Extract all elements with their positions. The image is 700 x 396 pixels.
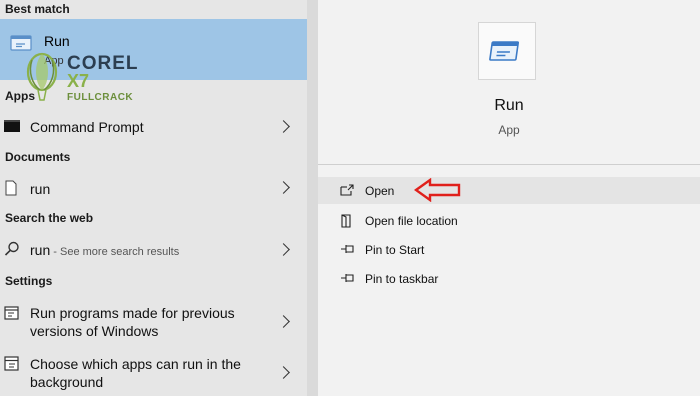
watermark-tag: FULLCRACK (67, 92, 134, 103)
run-app-tile (478, 22, 536, 80)
result-web-search[interactable]: run - See more search results (0, 231, 307, 269)
section-documents: Documents (5, 150, 71, 164)
background-apps-icon (4, 356, 19, 371)
search-icon (4, 241, 19, 256)
section-apps: Apps (5, 89, 35, 103)
chevron-right-icon[interactable] (277, 120, 290, 133)
result-label-line1: Choose which apps can run in the (30, 356, 241, 372)
web-hint: - See more search results (50, 246, 180, 258)
pin-icon (341, 245, 354, 253)
details-panel: Run App Open Open file location Pin to S… (318, 0, 700, 396)
result-label-line2: background (30, 374, 104, 390)
section-settings: Settings (5, 274, 53, 288)
details-app-type: App (498, 123, 520, 137)
best-match-title: Run (44, 33, 70, 49)
details-app-name: Run (494, 97, 524, 114)
action-label: Open (365, 184, 395, 198)
result-setting-background-apps[interactable]: Choose which apps can run in the backgro… (0, 347, 307, 396)
command-prompt-icon (4, 120, 20, 132)
action-pin-to-taskbar[interactable]: Pin to taskbar (318, 265, 700, 292)
divider (318, 164, 700, 165)
section-best-match: Best match (5, 2, 70, 16)
file-location-icon (341, 214, 351, 228)
section-search-web: Search the web (5, 211, 94, 225)
pin-icon (341, 274, 354, 282)
best-match-run[interactable] (0, 19, 307, 80)
result-label: run (30, 181, 51, 197)
result-label: Choose which apps can run in the backgro… (30, 355, 241, 391)
chevron-right-icon[interactable] (277, 315, 290, 328)
chevron-right-icon[interactable] (277, 181, 290, 194)
run-app-icon (489, 41, 520, 61)
action-label: Pin to taskbar (365, 272, 439, 286)
action-pin-to-start[interactable]: Pin to Start (318, 236, 700, 263)
result-label: Run programs made for previous versions … (30, 304, 235, 340)
open-icon (340, 184, 354, 196)
action-label: Open file location (365, 214, 458, 228)
result-label-line1: Run programs made for previous (30, 305, 235, 321)
document-icon (5, 180, 17, 196)
result-setting-compatibility[interactable]: Run programs made for previous versions … (0, 295, 307, 345)
action-open-file-location[interactable]: Open file location (318, 207, 700, 234)
best-match-subtitle: App (44, 55, 64, 67)
result-document-run[interactable]: run (0, 170, 307, 206)
result-label: Command Prompt (30, 119, 144, 135)
action-open[interactable]: Open (318, 177, 700, 204)
annotation-arrow-icon (414, 178, 461, 202)
search-results-panel: Best match Run App COREL X7 FULLCRACK Ap… (0, 0, 307, 396)
chevron-right-icon[interactable] (277, 366, 290, 379)
web-query: run (30, 242, 51, 258)
result-label-line2: versions of Windows (30, 323, 159, 339)
action-label: Pin to Start (365, 243, 425, 257)
result-command-prompt[interactable]: Command Prompt (0, 108, 307, 146)
run-app-icon (10, 35, 32, 51)
compatibility-icon (4, 306, 19, 320)
chevron-right-icon[interactable] (277, 243, 290, 256)
